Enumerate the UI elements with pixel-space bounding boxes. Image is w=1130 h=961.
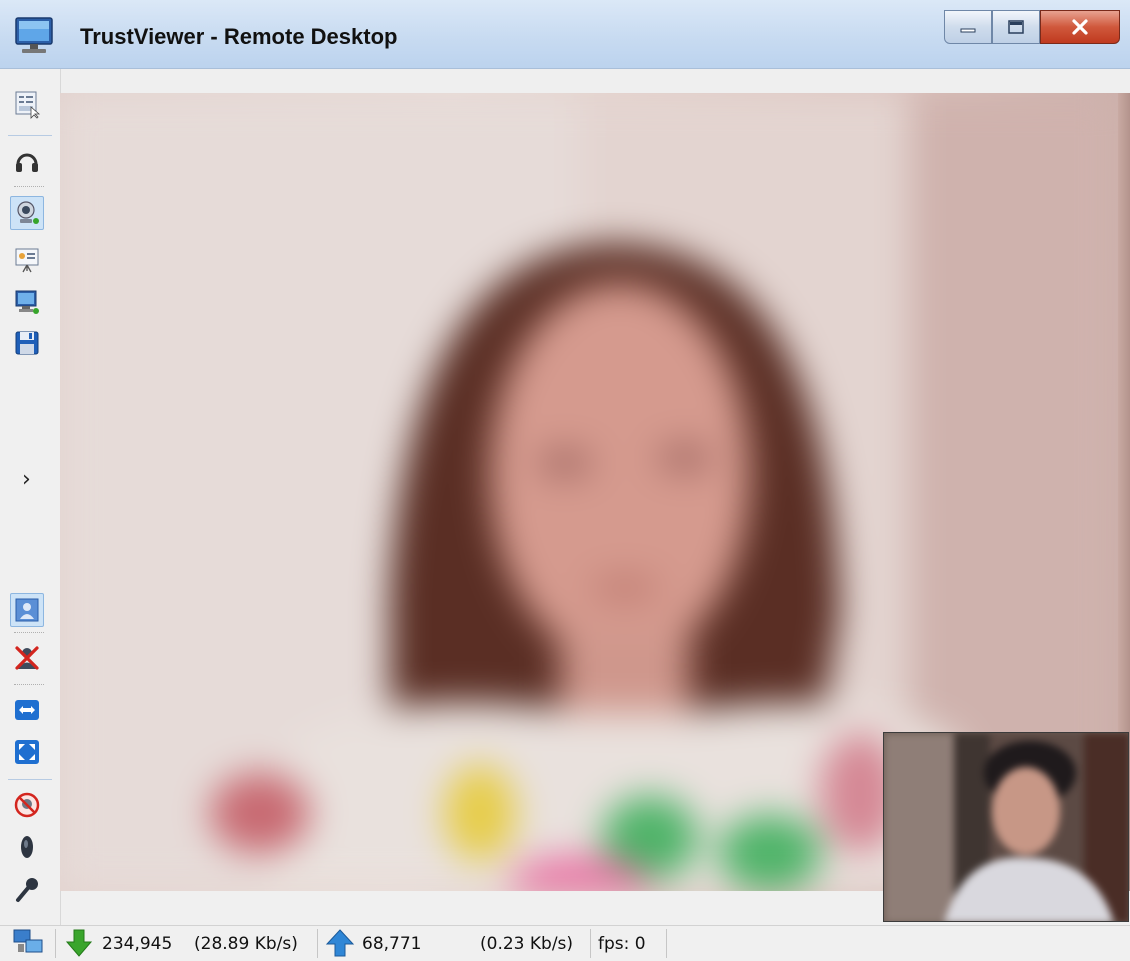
toolbar-separator (8, 779, 52, 780)
download-arrow-icon (65, 929, 93, 957)
toolbar-separator (8, 135, 52, 136)
microphone-button[interactable] (10, 872, 44, 906)
minimize-button[interactable] (944, 10, 992, 44)
video-view-icon (15, 598, 39, 622)
save-button[interactable] (10, 326, 44, 360)
disconnect-user-icon (15, 646, 39, 670)
disconnect-user-button[interactable] (10, 641, 44, 675)
speaker-icon (21, 836, 33, 858)
minimize-icon (960, 28, 976, 33)
fullscreen-button[interactable] (10, 735, 44, 769)
toolbar-divider (14, 632, 44, 633)
maximize-button[interactable] (992, 10, 1040, 44)
side-toolbar: › (0, 69, 61, 925)
monitor-icon (12, 14, 56, 58)
webcam-button[interactable] (10, 196, 44, 230)
received-bytes: 234,945 (102, 934, 173, 954)
sent-bytes: 68,771 (362, 934, 422, 954)
remote-control-button[interactable] (10, 285, 44, 319)
presentation-button[interactable] (10, 243, 44, 277)
status-bar: 234,945 (28.89 Kb/s) 68,771 (0.23 Kb/s) … (0, 925, 1130, 961)
local-participant-video (884, 733, 1128, 921)
speaker-button[interactable] (10, 830, 44, 864)
maximize-icon (1008, 20, 1024, 34)
status-separator (317, 929, 318, 958)
audio-call-button[interactable] (10, 145, 44, 179)
session-settings-icon (15, 91, 41, 119)
received-rate: (28.89 Kb/s) (194, 934, 298, 954)
session-settings-button[interactable] (10, 87, 44, 121)
status-separator (666, 929, 667, 958)
remote-computer-icon (15, 290, 39, 314)
video-view-button[interactable] (10, 593, 44, 627)
fit-width-button[interactable] (10, 693, 44, 727)
title-bar[interactable]: TrustViewer - Remote Desktop (0, 0, 1130, 69)
close-icon (1072, 19, 1088, 35)
webcam-icon (17, 201, 39, 224)
fullscreen-icon (15, 740, 39, 764)
save-icon (15, 331, 39, 355)
window-controls (944, 10, 1120, 44)
status-separator (590, 929, 591, 958)
fit-width-icon (15, 700, 39, 720)
menu-strip (60, 69, 1130, 93)
toolbar-divider (14, 186, 44, 187)
expand-panel-icon[interactable]: › (22, 467, 31, 492)
close-button[interactable] (1040, 10, 1120, 44)
mute-webcam-icon (14, 792, 40, 818)
window-title: TrustViewer - Remote Desktop (80, 24, 398, 49)
mute-webcam-button[interactable] (10, 788, 44, 822)
presentation-icon (15, 248, 39, 273)
network-icon (13, 929, 43, 953)
microphone-icon (16, 878, 38, 902)
self-preview-video[interactable] (883, 732, 1129, 922)
sent-rate: (0.23 Kb/s) (480, 934, 574, 954)
fps-counter: fps: 0 (598, 934, 646, 954)
status-separator (55, 929, 56, 958)
toolbar-divider (14, 684, 44, 685)
headset-icon (16, 153, 38, 172)
upload-arrow-icon (325, 929, 355, 957)
trustviewer-window: TrustViewer - Remote Desktop › 234,945 (… (0, 0, 1130, 961)
